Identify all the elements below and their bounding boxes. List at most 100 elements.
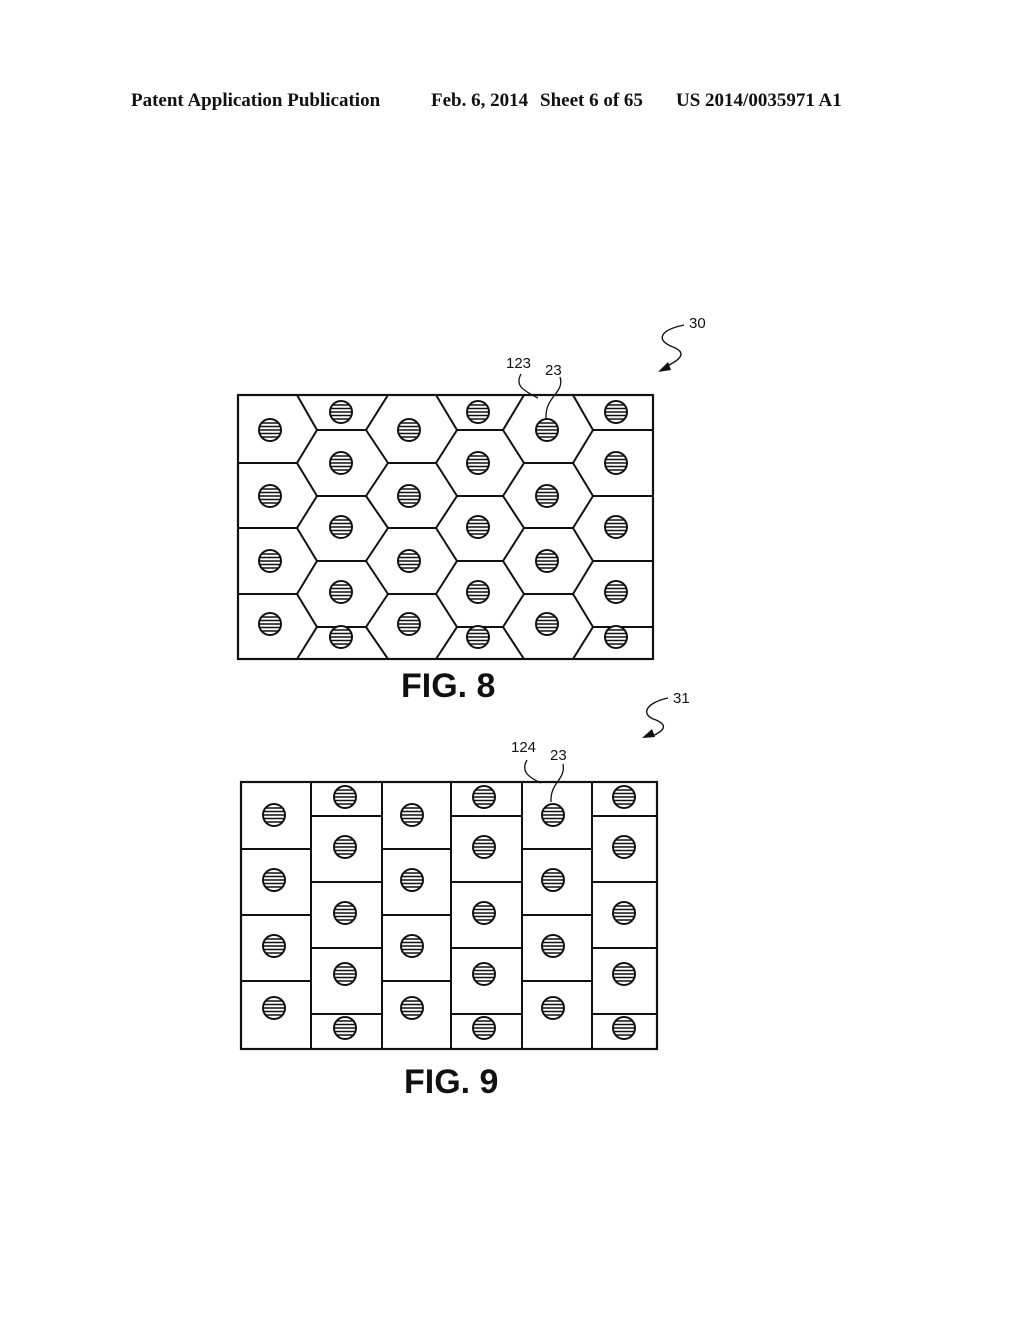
hexagon-edge	[296, 462, 318, 497]
hexagon-edge	[435, 429, 458, 464]
hexagon-edge	[365, 593, 389, 628]
ref-label-assembly: 30	[689, 315, 706, 332]
hexagon-edge	[502, 527, 525, 562]
hatched-element-icon	[333, 836, 357, 858]
hexagon-edge	[572, 495, 594, 529]
hexagon-edge	[296, 626, 318, 660]
hexagon-edge	[435, 593, 458, 628]
hatched-element-icon	[472, 786, 496, 808]
hexagon-edge	[502, 429, 525, 464]
hatched-element-icon	[541, 935, 565, 957]
hatched-element-icon	[535, 550, 559, 572]
hatched-element-icon	[604, 581, 628, 603]
hexagon-edge	[296, 429, 318, 464]
figure-8: 123 23 30 FIG. 8	[236, 315, 706, 705]
hatched-element-icon	[535, 613, 559, 635]
hexagon-edge	[572, 527, 594, 562]
hexagon-edge	[502, 560, 525, 595]
hexagon-edge	[435, 394, 458, 431]
hatched-element-icon	[472, 836, 496, 858]
hexagon-edge	[365, 626, 389, 660]
hatched-element-icon	[400, 997, 424, 1019]
hexagon-edge	[572, 394, 594, 431]
hatched-element-icon	[258, 613, 282, 635]
hatched-element-icon	[400, 935, 424, 957]
arrowhead-icon	[658, 362, 671, 372]
hatched-element-icon	[604, 626, 628, 648]
hatched-element-icon	[262, 997, 286, 1019]
arrowhead-icon	[642, 729, 655, 738]
hatched-element-icon	[333, 963, 357, 985]
hexagon-edge	[365, 462, 389, 497]
ref-label-assembly: 31	[673, 690, 690, 707]
hexagon-edge	[365, 429, 389, 464]
hatched-element-icon	[541, 804, 565, 826]
hatched-element-icon	[612, 1017, 636, 1039]
hexagon-edge	[435, 560, 458, 595]
hatched-element-icon	[397, 613, 421, 635]
hexagon-edge	[296, 527, 318, 562]
hatched-element-icon	[466, 626, 490, 648]
hatched-element-icon	[329, 401, 353, 423]
rectangle-cell-grid	[241, 782, 657, 1049]
hatched-element-icon	[258, 419, 282, 441]
hatched-element-icon	[466, 452, 490, 474]
hatched-element-icon	[333, 1017, 357, 1039]
hatched-element-icon	[397, 419, 421, 441]
hexagon-edge	[502, 626, 525, 660]
hexagon-edge	[365, 527, 389, 562]
hatched-element-icon	[329, 626, 353, 648]
hatched-element-icon	[258, 550, 282, 572]
hexagon-edge	[435, 626, 458, 660]
hatched-element-icon	[541, 869, 565, 891]
hexagon-edge	[572, 593, 594, 628]
hatched-element-icon	[604, 401, 628, 423]
hatched-element-icon	[472, 902, 496, 924]
hatched-element-icon	[329, 452, 353, 474]
hexagon-edge	[502, 593, 525, 628]
hexagon-edge	[435, 462, 458, 497]
hatched-element-icon	[466, 581, 490, 603]
hatched-element-icon	[262, 804, 286, 826]
hatched-element-icon	[329, 581, 353, 603]
hatched-element-icon	[472, 963, 496, 985]
ref-label-element: 23	[550, 747, 567, 764]
hatched-element-icon	[466, 401, 490, 423]
hatched-element-icon	[400, 804, 424, 826]
ref-label-cell: 124	[511, 739, 536, 756]
hatched-element-icon	[541, 997, 565, 1019]
hatched-element-icon	[258, 485, 282, 507]
hexagon-edge	[572, 626, 594, 660]
hexagon-edge	[365, 394, 389, 431]
hatched-element-icon	[397, 550, 421, 572]
hexagon-cell-grid	[238, 394, 653, 660]
hatched-element-icon	[535, 485, 559, 507]
ref-label-element: 23	[545, 362, 562, 379]
element-grid	[258, 401, 628, 648]
figure-label: FIG. 8	[401, 667, 495, 705]
hexagon-edge	[572, 429, 594, 464]
hatched-element-icon	[472, 1017, 496, 1039]
leader-line-124	[524, 759, 542, 784]
hatched-element-icon	[397, 485, 421, 507]
element-grid	[262, 786, 636, 1039]
hexagon-edge	[296, 560, 318, 595]
hexagon-edge	[296, 593, 318, 628]
hatched-element-icon	[262, 869, 286, 891]
hatched-element-icon	[604, 516, 628, 538]
leader-line-23	[545, 376, 562, 419]
hexagon-edge	[365, 560, 389, 595]
figure-9: 124 23 31 FIG. 9	[239, 690, 690, 1101]
hatched-element-icon	[612, 786, 636, 808]
hexagon-edge	[296, 394, 318, 431]
hexagon-edge	[502, 394, 525, 431]
hexagon-edge	[502, 462, 525, 497]
patent-drawing: 123 23 30 FIG. 8 124 23 31 FIG. 9	[236, 315, 706, 1101]
hatched-element-icon	[262, 935, 286, 957]
hatched-element-icon	[612, 963, 636, 985]
hatched-element-icon	[604, 452, 628, 474]
hatched-element-icon	[612, 836, 636, 858]
hexagon-edge	[435, 527, 458, 562]
hexagon-edge	[365, 495, 389, 529]
ref-label-cell: 123	[506, 355, 531, 372]
